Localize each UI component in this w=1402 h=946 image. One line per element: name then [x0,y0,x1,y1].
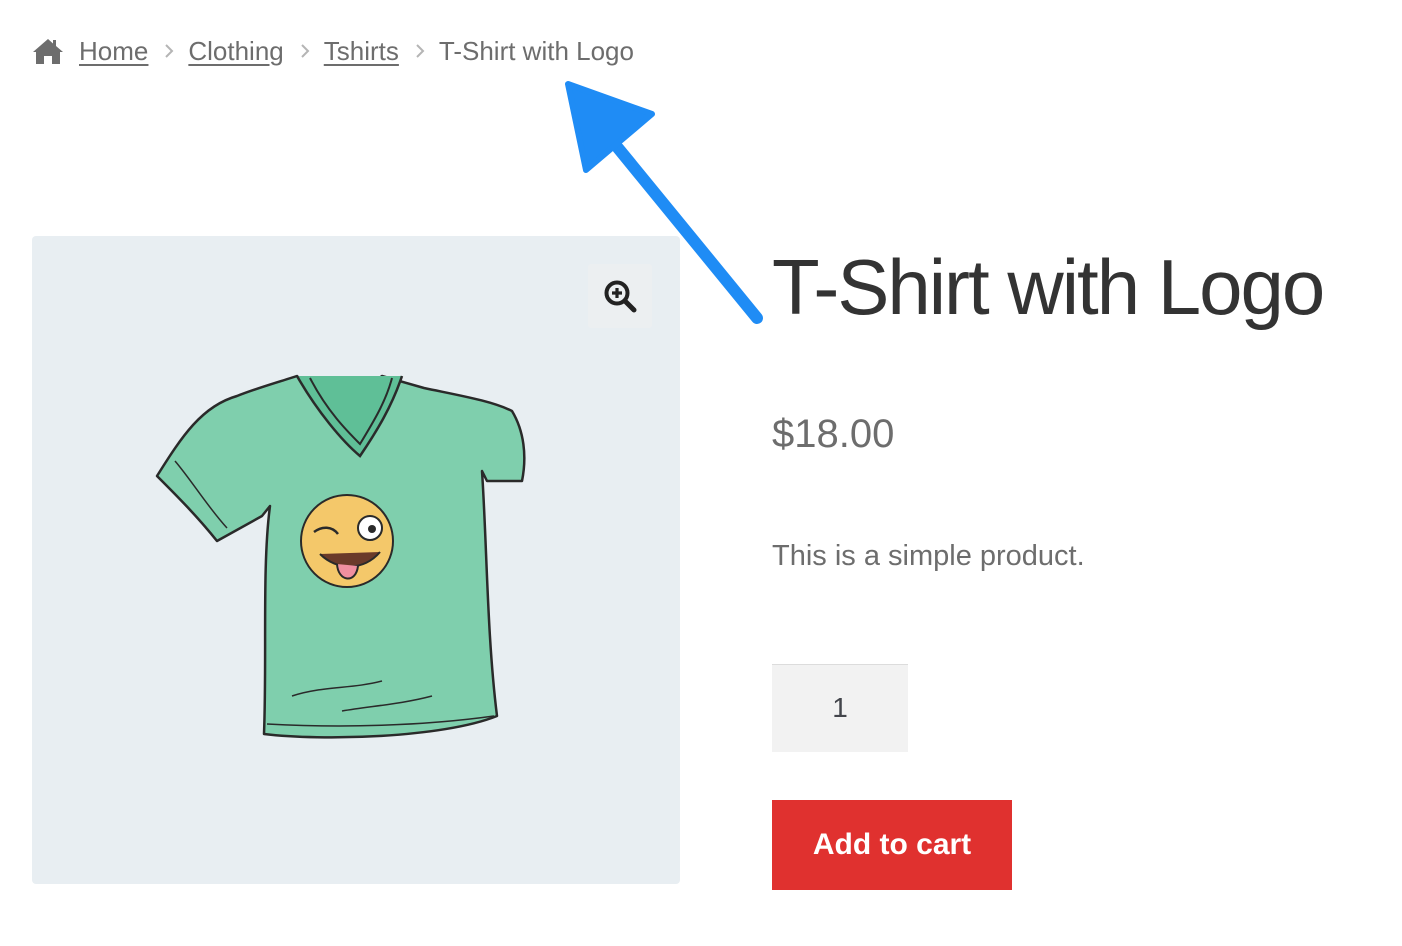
chevron-right-icon [416,44,425,58]
product-gallery [32,236,680,884]
breadcrumb-current: T-Shirt with Logo [438,35,634,66]
product-image[interactable] [142,356,562,756]
product-price: $18.00 [772,412,895,456]
chevron-right-icon [301,44,310,58]
zoom-in-icon [604,280,637,313]
product-title: T-Shirt with Logo [772,243,1325,331]
zoom-button[interactable] [588,264,652,328]
breadcrumb-clothing-link[interactable]: Clothing [188,36,283,67]
home-icon [33,39,63,64]
breadcrumb-home-label: Home [79,35,149,66]
breadcrumb-home-link[interactable]: Home [32,36,148,67]
breadcrumb: Home Clothing Tshirts T-Shirt with Logo [32,30,634,72]
add-to-cart-button[interactable]: Add to cart [772,800,1012,890]
chevron-right-icon [165,44,174,58]
quantity-input[interactable] [772,664,908,752]
product-short-description: This is a simple product. [772,540,1085,572]
breadcrumb-tshirts-link[interactable]: Tshirts [324,36,399,67]
